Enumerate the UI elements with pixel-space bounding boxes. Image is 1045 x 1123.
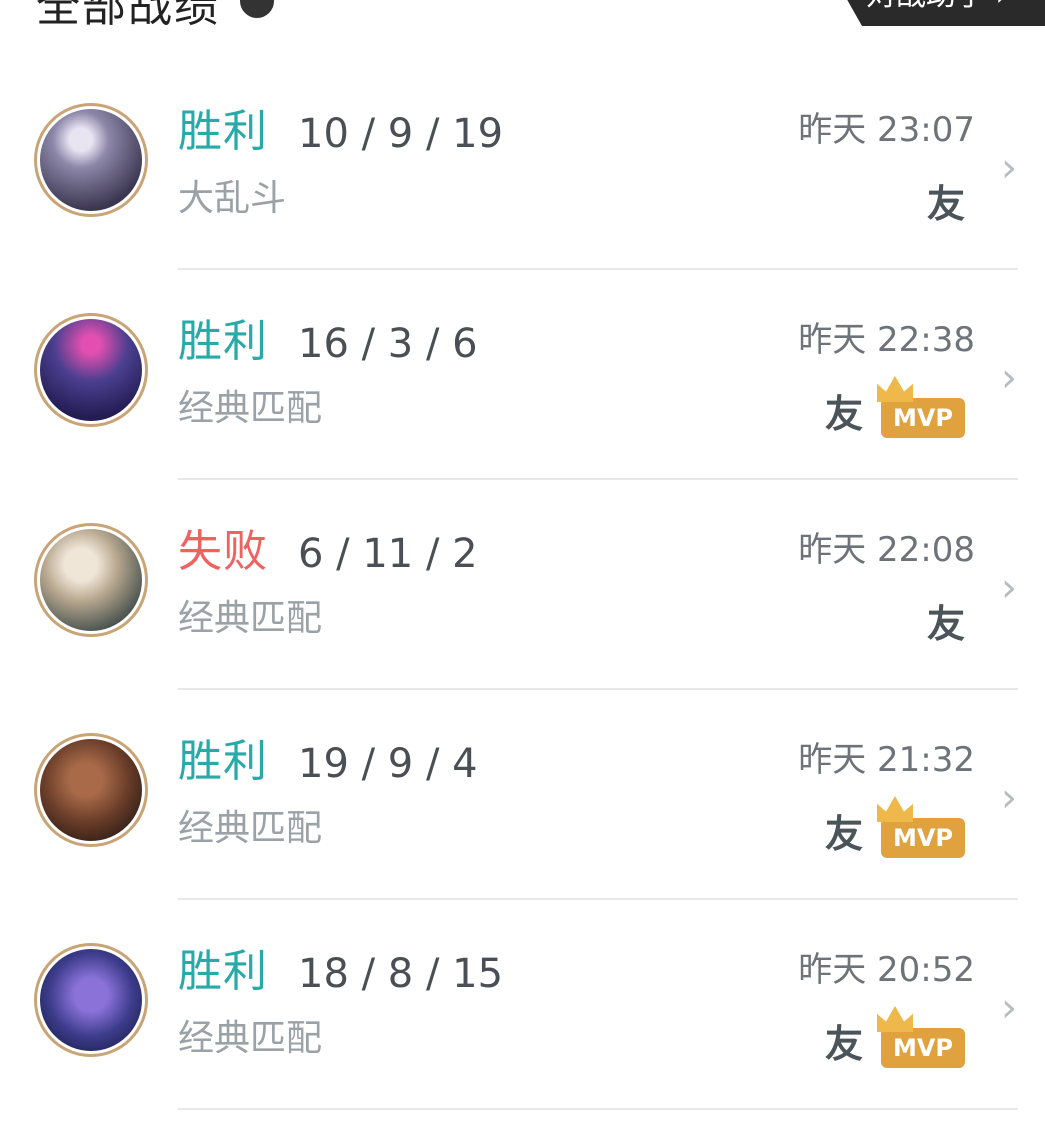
champion-avatar <box>34 103 148 217</box>
match-result: 失败 <box>178 526 268 577</box>
kda-score: 6 / 11 / 2 <box>298 531 478 577</box>
champion-avatar <box>34 523 148 637</box>
champion-avatar <box>34 733 148 847</box>
battle-assistant-tab[interactable]: 对战助手 › <box>836 0 1045 26</box>
mvp-badge-icon: MVP <box>877 1006 965 1068</box>
page-title: 全部战绩 <box>36 0 220 32</box>
chevron-right-icon: › <box>1001 565 1017 611</box>
friend-badge-icon: 友 <box>824 1022 863 1066</box>
match-row[interactable]: 失败 6 / 11 / 2 经典匹配 昨天 22:08 友 › <box>0 480 1045 690</box>
game-mode: 经典匹配 <box>178 1018 323 1059</box>
chevron-right-icon: › <box>1001 145 1017 191</box>
mvp-badge-icon: MVP <box>877 376 965 438</box>
kda-score: 19 / 9 / 4 <box>298 741 478 787</box>
match-row[interactable]: 胜利 18 / 8 / 15 经典匹配 昨天 20:52 友 MVP › <box>0 900 1045 1110</box>
friend-badge-icon: 友 <box>926 602 965 646</box>
match-result: 胜利 <box>178 946 268 997</box>
divider <box>178 1108 1018 1110</box>
match-result: 胜利 <box>178 736 268 787</box>
match-time: 昨天 22:08 <box>798 530 975 570</box>
game-mode: 经典匹配 <box>178 598 323 639</box>
mvp-label: MVP <box>892 824 954 852</box>
badges: 友 MVP <box>824 1006 965 1068</box>
match-time: 昨天 21:32 <box>798 740 975 780</box>
crown-icon <box>877 796 913 822</box>
info-icon[interactable] <box>240 0 274 18</box>
match-time: 昨天 20:52 <box>798 950 975 990</box>
match-result: 胜利 <box>178 106 268 157</box>
friend-badge-icon: 友 <box>824 812 863 856</box>
badges: 友 <box>927 588 965 648</box>
kda-score: 10 / 9 / 19 <box>298 111 504 157</box>
champion-avatar <box>34 943 148 1057</box>
chevron-right-icon: › <box>1001 775 1017 821</box>
match-result: 胜利 <box>178 316 268 367</box>
game-mode: 经典匹配 <box>178 808 323 849</box>
game-mode: 经典匹配 <box>178 388 323 429</box>
mvp-label: MVP <box>892 1034 954 1062</box>
kda-score: 18 / 8 / 15 <box>298 951 504 997</box>
match-row[interactable]: 胜利 10 / 9 / 19 大乱斗 昨天 23:07 友 › <box>0 60 1045 270</box>
kda-score: 16 / 3 / 6 <box>298 321 478 367</box>
crown-icon <box>877 376 913 402</box>
badges: 友 MVP <box>824 376 965 438</box>
match-row[interactable]: 胜利 16 / 3 / 6 经典匹配 昨天 22:38 友 MVP › <box>0 270 1045 480</box>
match-time: 昨天 22:38 <box>798 320 975 360</box>
match-time: 昨天 23:07 <box>798 110 975 150</box>
match-row[interactable]: 胜利 19 / 9 / 4 经典匹配 昨天 21:32 友 MVP › <box>0 690 1045 900</box>
mvp-badge-icon: MVP <box>877 796 965 858</box>
badges: 友 <box>927 168 965 228</box>
game-mode: 大乱斗 <box>178 178 287 219</box>
mvp-label: MVP <box>892 404 954 432</box>
friend-badge-icon: 友 <box>824 392 863 436</box>
friend-badge-icon: 友 <box>926 182 965 226</box>
champion-avatar <box>34 313 148 427</box>
crown-icon <box>877 1006 913 1032</box>
badges: 友 MVP <box>824 796 965 858</box>
chevron-right-icon: › <box>1001 355 1017 401</box>
match-list: 胜利 10 / 9 / 19 大乱斗 昨天 23:07 友 › 胜利 16 / … <box>0 60 1045 1110</box>
chevron-right-icon: › <box>1001 985 1017 1031</box>
